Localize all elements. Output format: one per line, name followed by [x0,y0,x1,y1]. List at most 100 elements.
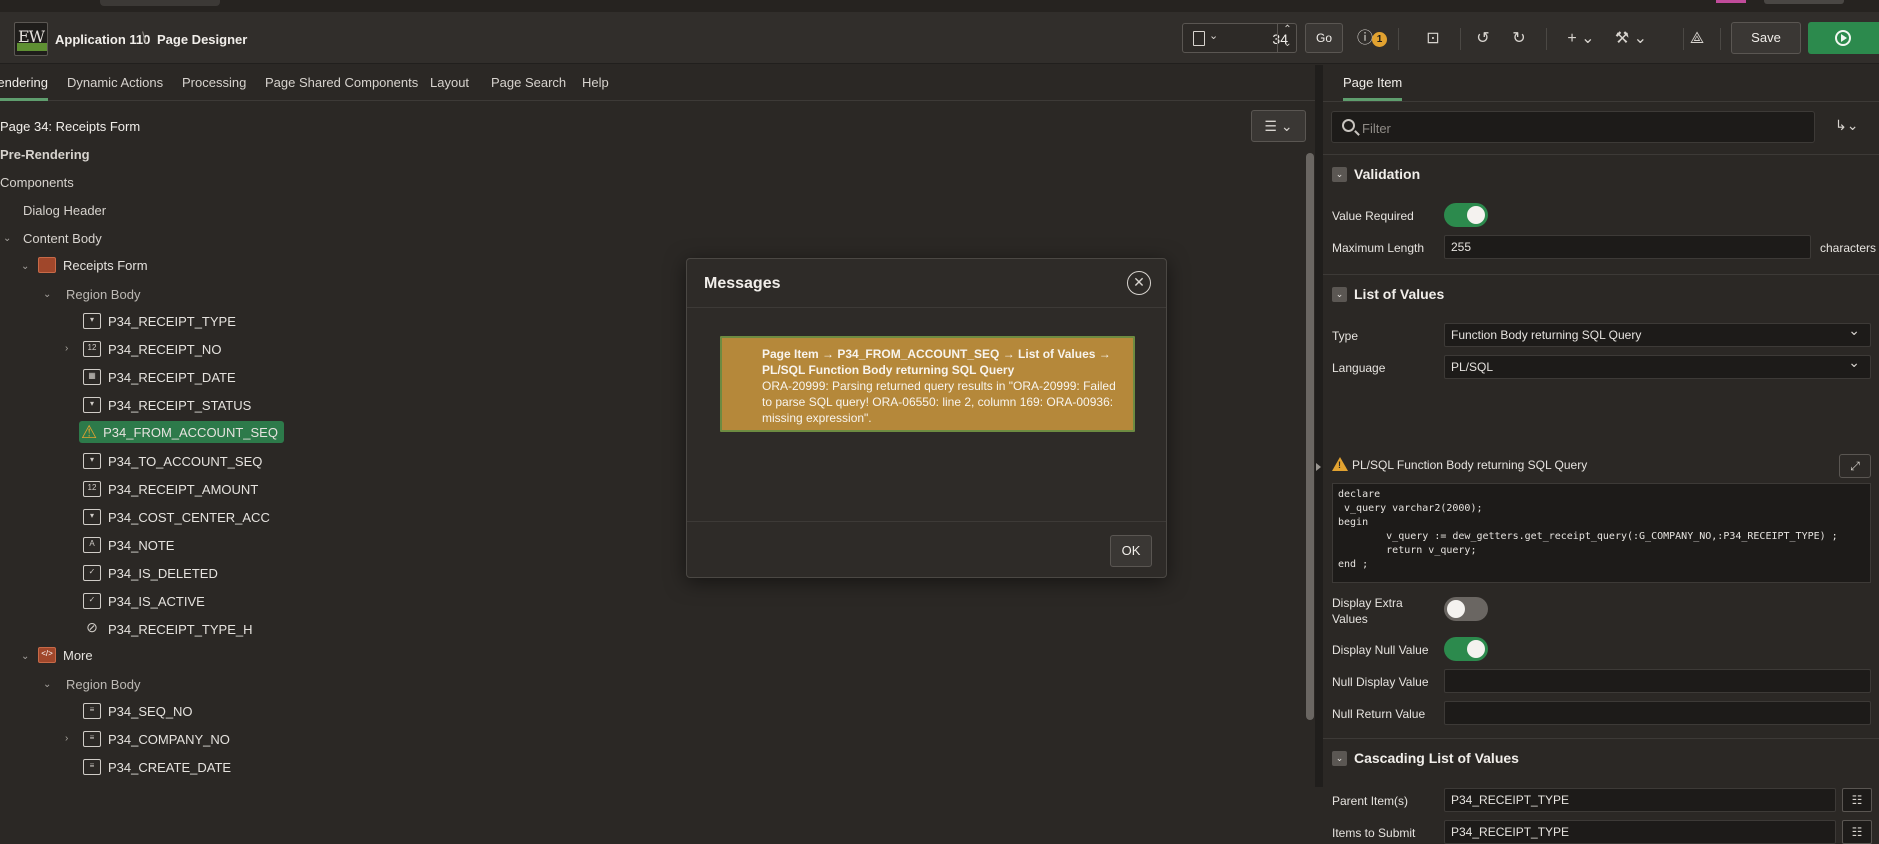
filter-input[interactable] [1362,118,1802,138]
value-required-toggle[interactable] [1444,203,1488,227]
ok-button[interactable]: OK [1110,535,1152,567]
expand-code-editor-icon[interactable]: ⤢ [1839,454,1871,478]
browser-tab-2[interactable] [1764,0,1844,4]
collapse-arrow-icon[interactable] [1316,463,1321,471]
region-icon [38,257,56,273]
tree-item[interactable]: ▾ P34_COST_CENTER_ACC [83,506,270,528]
tree-item[interactable]: A P34_NOTE [83,534,174,556]
utilities-wrench-icon[interactable]: ⚒ ⌄ [1614,26,1648,52]
plsql-code-editor[interactable]: declare v_query varchar2(2000); begin v_… [1332,483,1871,583]
tab-help[interactable]: Help [582,75,609,90]
app-header: EW Application 110 \ Page Designer ⌄ 34 … [0,12,1879,64]
hidden-item-icon: ⊘ [86,619,98,635]
divider [1398,28,1399,50]
display-extra-toggle[interactable] [1444,597,1488,621]
collapse-icon[interactable]: ⌄ [1332,167,1347,182]
divider [1720,28,1721,50]
tree-pre-rendering[interactable]: Pre-Rendering [0,147,90,162]
tree-item[interactable]: ▦ P34_RECEIPT_DATE [83,366,236,388]
shared-components-icon[interactable]: ⟁ [1684,26,1710,52]
tab-layout[interactable]: Layout [430,75,469,90]
tree-item[interactable]: ≡ P34_COMPANY_NO [83,728,230,750]
max-length-input[interactable]: 255 [1444,235,1811,259]
pane-splitter[interactable] [1315,65,1323,787]
messages-dialog: Messages ✕ Page Item → P34_FROM_ACCOUNT_… [686,258,1167,578]
tab-page-shared-components[interactable]: Page Shared Components [265,75,418,90]
expand-caret-icon[interactable]: ⌄ [43,289,51,300]
list-picker-icon[interactable]: ☷ [1842,820,1872,844]
spin-up-icon[interactable]: ⌃ [1278,23,1297,37]
left-tabs: Rendering Dynamic Actions Processing Pag… [0,65,1315,101]
tree-item[interactable]: ▾ P34_TO_ACCOUNT_SEQ [83,450,262,472]
tab-page-item[interactable]: Page Item [1343,75,1403,101]
tab-page-search[interactable]: Page Search [491,75,566,90]
expand-caret-icon[interactable]: › [65,343,68,354]
items-to-submit-input[interactable]: P34_RECEIPT_TYPE [1444,820,1836,844]
tree-scrollbar[interactable] [1306,153,1314,720]
tree-content-body[interactable]: Content Body [23,231,102,246]
tree-menu-button[interactable]: ☰ ⌄ [1251,110,1306,142]
null-return-input[interactable] [1444,701,1871,725]
expand-caret-icon[interactable]: ⌄ [3,233,11,244]
tree-item-selected[interactable]: ⚠ P34_FROM_ACCOUNT_SEQ [79,421,284,443]
go-button[interactable]: Go [1305,23,1343,53]
filter-box[interactable] [1331,111,1815,143]
expand-caret-icon[interactable]: › [65,733,68,744]
tree-item[interactable]: ▾ P34_RECEIPT_STATUS [83,394,251,416]
collapse-icon[interactable]: ⌄ [1332,751,1347,766]
tree-dialog-header[interactable]: Dialog Header [23,203,106,218]
tree-item[interactable]: ✓ P34_IS_DELETED [83,562,218,584]
tree-item[interactable]: 12 P34_RECEIPT_AMOUNT [83,478,258,500]
list-picker-icon[interactable]: ☷ [1842,788,1872,812]
tree-item[interactable]: ≡ P34_SEQ_NO [83,700,193,722]
error-text: ORA-20999: Parsing returned query result… [762,379,1116,425]
tree-region-body[interactable]: Region Body [66,287,140,302]
undo-icon[interactable]: ↺ [1470,26,1496,52]
tree-components[interactable]: Components [0,175,74,190]
group-list-of-values[interactable]: ⌄ List of Values [1323,274,1879,314]
lov-type-select[interactable]: Function Body returning SQL Query [1444,322,1871,347]
chevron-down-icon[interactable]: ⌄ [1209,29,1218,42]
tree-item[interactable]: ✓ P34_IS_ACTIVE [83,590,205,612]
tree-item[interactable]: 12 P34_RECEIPT_NO [83,338,221,360]
expand-caret-icon[interactable]: ⌄ [21,651,29,662]
tree-region-more[interactable]: </> More [38,644,93,666]
expand-caret-icon[interactable]: ⌄ [43,679,51,690]
tab-dynamic-actions[interactable]: Dynamic Actions [67,75,163,90]
parent-items-input[interactable]: P34_RECEIPT_TYPE [1444,788,1836,812]
group-cascading-lov[interactable]: ⌄ Cascading List of Values [1323,738,1879,778]
save-button[interactable]: Save [1731,22,1801,54]
expand-caret-icon[interactable]: ⌄ [21,261,29,272]
tab-processing[interactable]: Processing [182,75,246,90]
browser-tab[interactable] [100,0,220,6]
go-to-group-icon[interactable]: ↳⌄ [1835,117,1858,134]
display-null-toggle[interactable] [1444,637,1488,661]
tree-region-receipts-form[interactable]: Receipts Form [38,254,148,276]
tree-page-title[interactable]: Page 34: Receipts Form [0,119,140,134]
dialog-title: Messages [704,275,781,292]
code-label: PL/SQL Function Body returning SQL Query [1352,458,1588,472]
tree-region-body[interactable]: Region Body [66,677,140,692]
breadcrumb-application[interactable]: Application 110 [55,32,150,47]
null-display-input[interactable] [1444,669,1871,693]
spin-down-icon[interactable]: ⌄ [1278,37,1297,51]
warning-count-badge: 1 [1372,32,1387,47]
redo-icon[interactable]: ↻ [1506,26,1532,52]
language-select[interactable]: PL/SQL [1444,354,1871,379]
lock-icon[interactable]: ⊡ [1420,26,1446,52]
group-validation[interactable]: ⌄ Validation [1323,154,1879,194]
create-menu-icon[interactable]: + ⌄ [1564,26,1598,52]
run-page-button[interactable] [1808,22,1879,54]
divider [1460,28,1461,50]
page-number-spinner[interactable]: ⌃ ⌄ [1277,23,1297,53]
collapse-icon[interactable]: ⌄ [1332,287,1347,302]
tree-item[interactable]: ⊘ P34_RECEIPT_TYPE_H [83,618,252,640]
tree-item[interactable]: ≡ P34_CREATE_DATE [83,756,231,778]
breadcrumb-page-designer: Page Designer [157,32,248,47]
tree-item[interactable]: ▾ P34_RECEIPT_TYPE [83,310,236,332]
divider [687,307,1166,308]
close-icon[interactable]: ✕ [1127,271,1151,295]
tab-rendering[interactable]: Rendering [0,75,48,101]
app-logo[interactable]: EW [14,22,48,56]
error-message[interactable]: Page Item → P34_FROM_ACCOUNT_SEQ → List … [720,336,1135,432]
